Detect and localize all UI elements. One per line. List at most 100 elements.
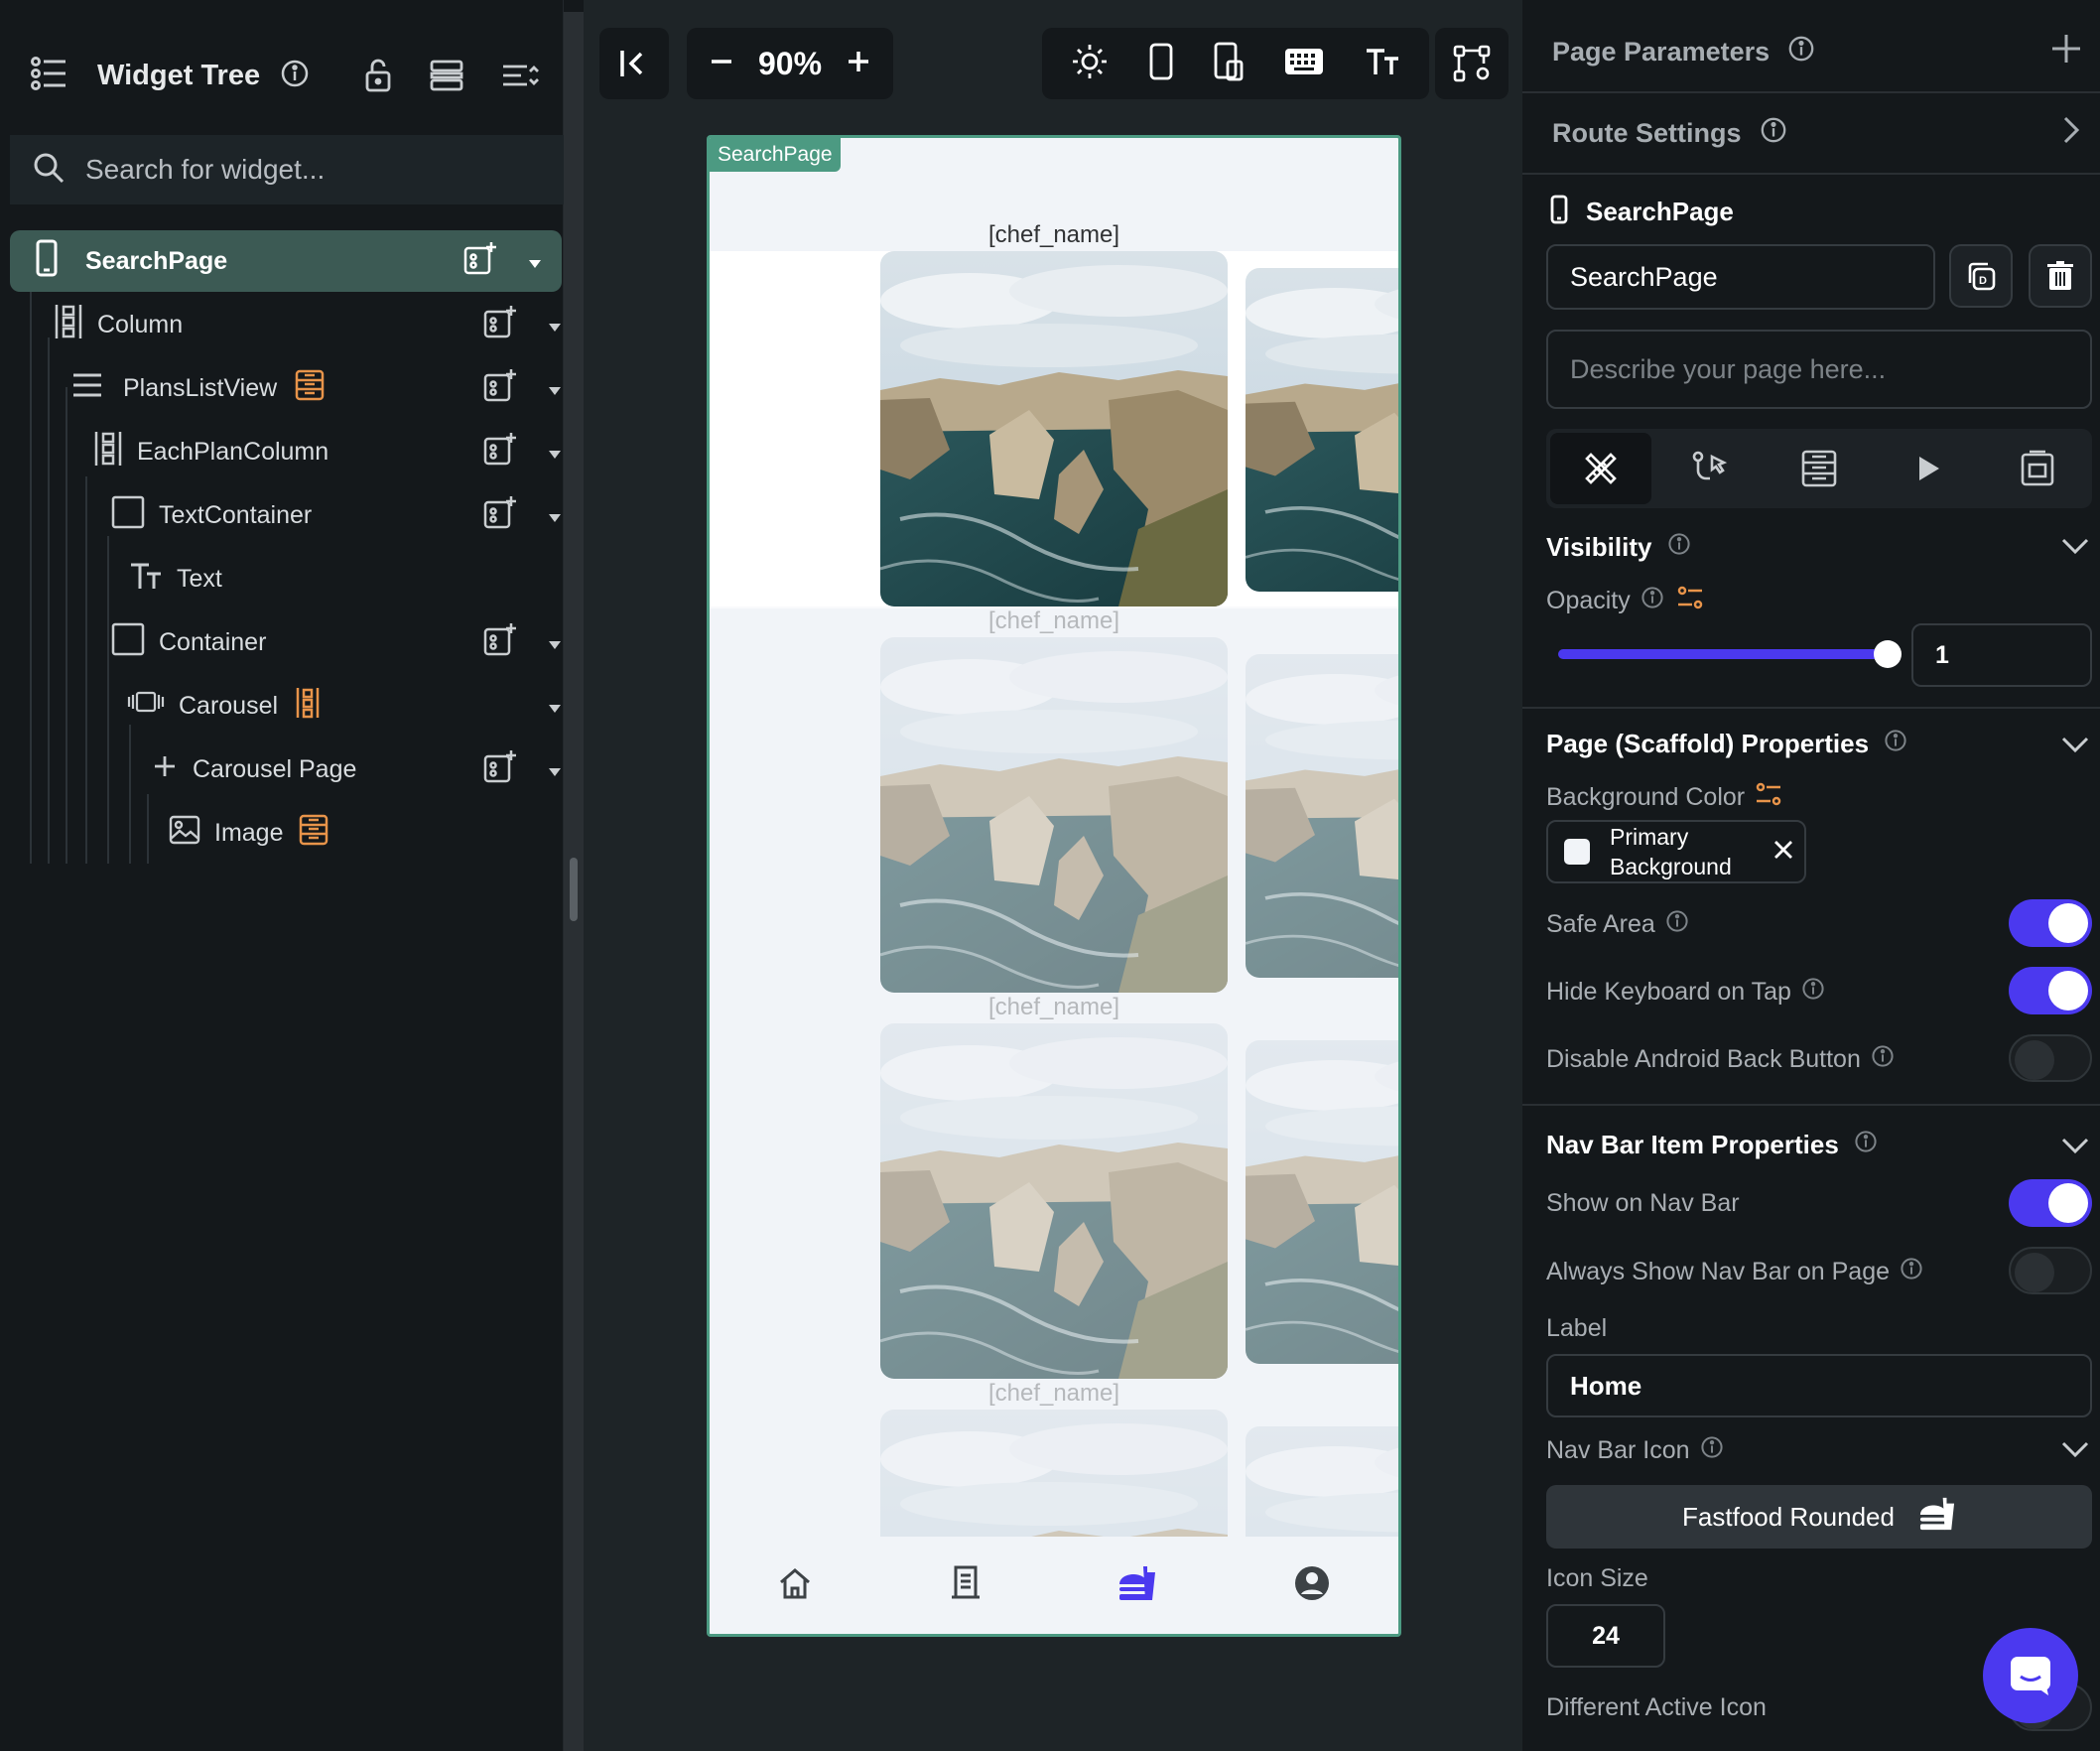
phone-device-icon[interactable] xyxy=(1149,43,1173,85)
keyboard-icon[interactable] xyxy=(1284,47,1324,81)
caret-down-icon[interactable] xyxy=(528,247,542,276)
info-icon[interactable] xyxy=(280,59,310,93)
caret-down-icon[interactable] xyxy=(548,311,562,339)
page-parameters-section[interactable]: Page Parameters xyxy=(1522,12,2100,93)
duplicate-page-button[interactable]: D xyxy=(1949,244,2013,308)
tree-item-textcontainer[interactable]: TextContainer xyxy=(111,484,561,546)
nav-label-input[interactable]: Home xyxy=(1546,1354,2092,1417)
widget-search-input[interactable] xyxy=(85,154,522,186)
tab-actions[interactable] xyxy=(1659,433,1761,504)
properties-panel: Page Parameters Route Settings SearchPag… xyxy=(1522,0,2100,1751)
chevron-down-icon[interactable] xyxy=(2060,1439,2090,1464)
chevron-down-icon[interactable] xyxy=(2060,735,2090,759)
chevron-down-icon[interactable] xyxy=(2060,1136,2090,1160)
info-icon[interactable] xyxy=(1700,1435,1724,1466)
page-name-field[interactable]: SearchPage xyxy=(1546,244,1935,310)
text-scale-icon[interactable] xyxy=(1365,47,1400,81)
chevron-down-icon[interactable] xyxy=(2060,536,2090,561)
tree-list-icon[interactable] xyxy=(30,55,67,97)
device-frame-icon[interactable] xyxy=(1214,42,1244,86)
tree-item-column[interactable]: Column xyxy=(54,294,561,355)
safe-area-toggle[interactable] xyxy=(2009,899,2092,947)
close-icon[interactable] xyxy=(1772,839,1794,866)
tree-item-planslistview[interactable]: PlansListView xyxy=(71,357,561,419)
fastfood-icon[interactable] xyxy=(1117,1564,1157,1607)
show-on-nav-toggle[interactable] xyxy=(2009,1179,2092,1227)
add-widget-icon[interactable] xyxy=(462,240,498,283)
widget-graph-button[interactable] xyxy=(1435,28,1509,99)
tree-item-carousel[interactable]: Carousel xyxy=(127,675,561,737)
resize-grip[interactable] xyxy=(570,858,578,921)
panel-resize-handle[interactable] xyxy=(564,12,584,1751)
widget-tree-title: Widget Tree xyxy=(97,59,261,91)
tree-item-searchpage[interactable]: SearchPage xyxy=(10,230,562,292)
caret-down-icon[interactable] xyxy=(548,755,562,784)
carousel-image[interactable] xyxy=(880,251,1228,606)
tab-component[interactable] xyxy=(1987,433,2088,504)
bg-color-picker[interactable]: Primary Background xyxy=(1546,820,1806,883)
account-circle-icon[interactable] xyxy=(1293,1564,1331,1607)
zoom-out-icon[interactable] xyxy=(709,49,734,79)
tab-run[interactable] xyxy=(1878,433,1979,504)
info-icon[interactable] xyxy=(1871,1044,1895,1075)
collapse-all-icon[interactable] xyxy=(500,58,540,98)
add-widget-icon[interactable] xyxy=(482,621,518,664)
delete-page-button[interactable] xyxy=(2029,244,2092,308)
info-icon[interactable] xyxy=(1665,909,1689,940)
disable-back-toggle[interactable] xyxy=(2009,1034,2092,1082)
color-swatch xyxy=(1564,839,1590,865)
add-widget-icon[interactable] xyxy=(482,494,518,537)
info-icon[interactable] xyxy=(1787,35,1815,69)
caret-down-icon[interactable] xyxy=(548,374,562,403)
light-mode-icon[interactable] xyxy=(1071,43,1109,85)
opacity-input[interactable]: 1 xyxy=(1911,623,2092,687)
tree-guide-line xyxy=(147,794,149,864)
add-widget-icon[interactable] xyxy=(482,304,518,346)
tab-backend-query[interactable] xyxy=(1769,433,1870,504)
icon-size-input[interactable]: 24 xyxy=(1546,1604,1665,1668)
caret-down-icon[interactable] xyxy=(548,501,562,530)
carousel-image-next[interactable] xyxy=(1246,268,1401,592)
tree-item-carousel-page[interactable]: Carousel Page xyxy=(153,739,561,800)
info-icon[interactable] xyxy=(1667,532,1691,562)
chat-support-button[interactable] xyxy=(1983,1628,2078,1723)
nav-icon-picker-button[interactable]: Fastfood Rounded xyxy=(1546,1485,2092,1549)
tree-item-eachplancolumn[interactable]: EachPlanColumn xyxy=(93,421,561,482)
widget-tree-panel: Widget Tree SearchPage xyxy=(0,0,564,1751)
add-widget-icon[interactable] xyxy=(482,431,518,473)
tab-properties[interactable] xyxy=(1550,433,1651,504)
info-icon[interactable] xyxy=(1884,729,1907,758)
info-icon[interactable] xyxy=(1801,977,1825,1008)
info-icon[interactable] xyxy=(1900,1257,1923,1287)
info-icon[interactable] xyxy=(1854,1130,1878,1159)
info-icon[interactable] xyxy=(1641,586,1664,616)
route-settings-section[interactable]: Route Settings xyxy=(1522,93,2100,175)
zoom-in-icon[interactable] xyxy=(846,49,871,79)
page-description-field[interactable]: Describe your page here... xyxy=(1546,330,2092,409)
tree-item-label: Carousel Page xyxy=(193,754,357,783)
caret-down-icon[interactable] xyxy=(548,438,562,467)
layers-icon[interactable] xyxy=(429,58,464,98)
hide-keyboard-toggle[interactable] xyxy=(2009,967,2092,1014)
chevron-right-icon[interactable] xyxy=(2062,115,2080,152)
home-icon[interactable] xyxy=(777,1565,813,1606)
phone-preview[interactable]: SearchPage [chef_name] [chef_name] [chef… xyxy=(707,135,1401,1637)
caret-down-icon[interactable] xyxy=(548,692,562,721)
tree-item-text[interactable]: Text xyxy=(129,548,546,609)
always-show-toggle[interactable] xyxy=(2009,1247,2092,1294)
variable-binding-icon[interactable] xyxy=(1676,584,1704,618)
info-icon[interactable] xyxy=(1760,116,1787,151)
add-parameter-icon[interactable] xyxy=(2050,33,2082,71)
opacity-slider-track[interactable] xyxy=(1558,649,1886,659)
receipt-icon[interactable] xyxy=(949,1564,983,1607)
opacity-slider-knob[interactable] xyxy=(1874,640,1902,668)
variable-binding-icon[interactable] xyxy=(1755,780,1782,815)
tree-item-image[interactable]: Image xyxy=(169,802,546,864)
tree-item-container[interactable]: Container xyxy=(111,611,561,673)
widget-search-bar[interactable] xyxy=(10,135,564,204)
caret-down-icon[interactable] xyxy=(548,628,562,657)
add-widget-icon[interactable] xyxy=(482,367,518,410)
add-widget-icon[interactable] xyxy=(482,748,518,791)
lock-icon[interactable] xyxy=(363,58,393,98)
collapse-panel-button[interactable] xyxy=(599,28,669,99)
